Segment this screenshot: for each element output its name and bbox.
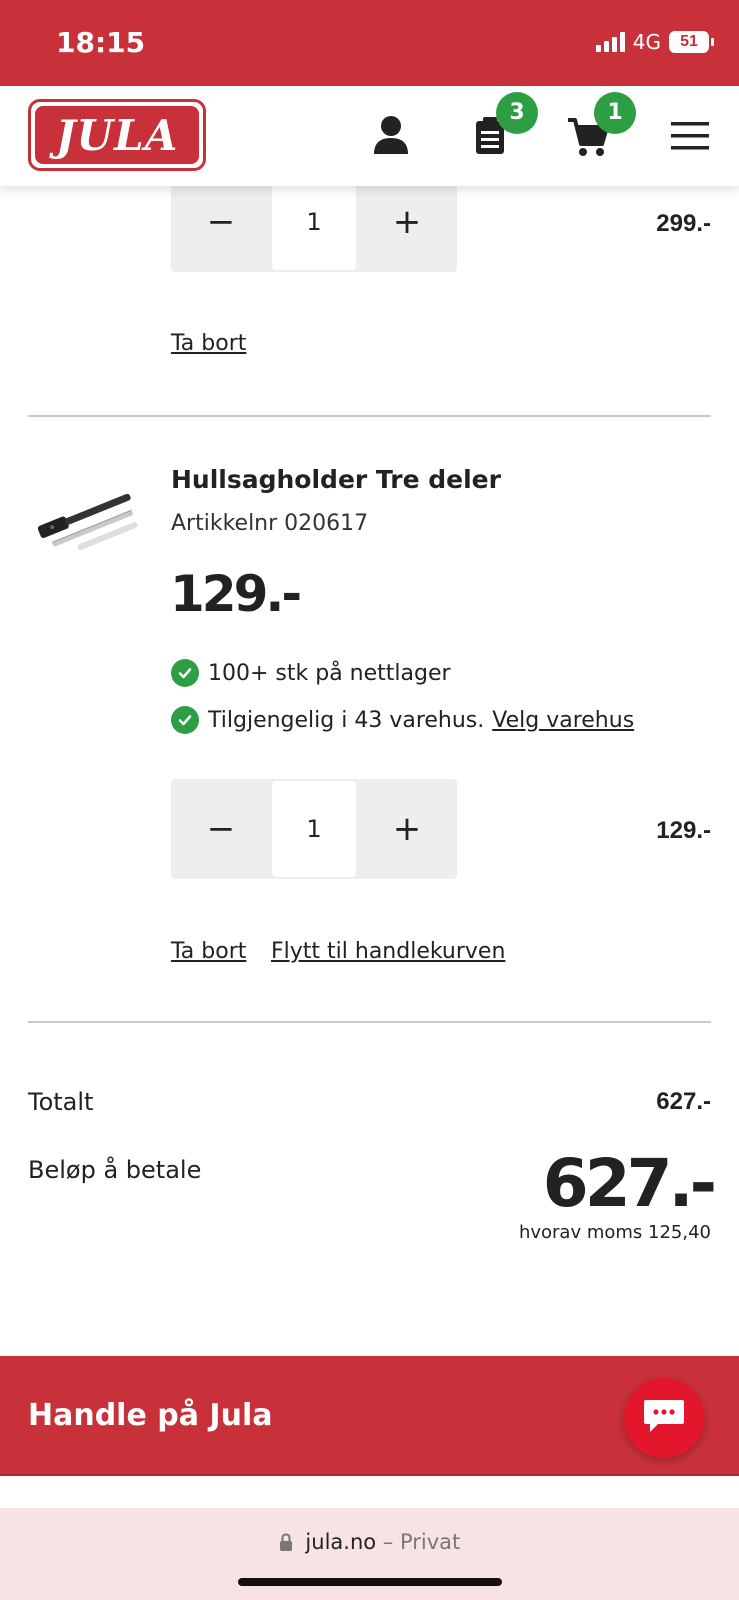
line-price: 299.-	[656, 210, 711, 237]
status-bar: 18:15 4G 51	[0, 0, 739, 86]
cart-icon[interactable]: 1	[566, 92, 636, 158]
chat-button[interactable]	[624, 1378, 704, 1458]
quantity-stepper: − 1 +	[171, 172, 457, 272]
chat-icon	[642, 1396, 686, 1441]
network-type: 4G	[632, 30, 661, 54]
wishlist-count-badge: 3	[496, 92, 538, 134]
logo-text: JULA	[55, 110, 179, 160]
quantity-stepper: − 1 +	[171, 779, 457, 879]
store-stock-text: Tilgjengelig i 43 varehus.	[208, 707, 485, 733]
amount-to-pay-label: Beløp å betale	[28, 1156, 202, 1184]
increase-quantity-button[interactable]: +	[357, 172, 457, 272]
status-time: 18:15	[56, 26, 146, 59]
decrease-quantity-button[interactable]: −	[171, 779, 271, 879]
site-header: JULA 3 1	[0, 86, 739, 186]
article-number: Artikkelnr 020617	[171, 511, 369, 536]
check-icon	[171, 659, 199, 687]
increase-quantity-button[interactable]: +	[357, 779, 457, 879]
footer-title[interactable]: Handle på Jula	[28, 1398, 272, 1433]
browser-address-bar[interactable]	[0, 1508, 739, 1600]
total-value: 627.-	[656, 1088, 711, 1115]
battery-icon: 51	[669, 31, 714, 53]
divider	[28, 1021, 711, 1023]
lock-icon	[279, 1533, 292, 1551]
check-icon	[171, 706, 199, 734]
total-label: Totalt	[28, 1088, 94, 1116]
decrease-quantity-button[interactable]: −	[171, 172, 271, 272]
product-title[interactable]: Hullsagholder Tre deler	[171, 465, 501, 494]
vat-info: hvorav moms 125,40	[518, 1222, 711, 1243]
cart-count-badge: 1	[594, 92, 636, 134]
private-mode-label: – Privat	[382, 1530, 461, 1554]
signal-icon	[595, 32, 625, 52]
domain-text: jula.no	[305, 1530, 377, 1554]
amount-to-pay-value: 627.-	[542, 1145, 717, 1222]
footer-divider	[0, 1474, 739, 1476]
jula-logo[interactable]: JULA	[28, 99, 206, 171]
home-indicator	[238, 1578, 502, 1586]
hamburger-menu-icon[interactable]	[668, 114, 712, 158]
status-indicators: 4G 51	[595, 30, 714, 54]
product-price: 129.-	[170, 565, 302, 623]
product-image[interactable]	[30, 470, 140, 560]
remove-item-link[interactable]: Ta bort	[171, 939, 246, 964]
store-stock-status: Tilgjengelig i 43 varehus. Velg varehus	[171, 706, 634, 734]
choose-store-link[interactable]: Velg varehus	[492, 708, 634, 733]
remove-item-link[interactable]: Ta bort	[171, 331, 246, 356]
clipboard-icon[interactable]: 3	[468, 92, 538, 158]
address-text[interactable]: jula.no – Privat	[0, 1530, 739, 1554]
quantity-value[interactable]: 1	[272, 781, 356, 877]
quantity-value[interactable]: 1	[272, 174, 356, 270]
divider	[28, 415, 711, 417]
move-to-cart-link[interactable]: Flytt til handlekurven	[271, 939, 505, 964]
online-stock-status: 100+ stk på nettlager	[171, 659, 451, 687]
online-stock-text: 100+ stk på nettlager	[208, 660, 451, 686]
user-icon[interactable]	[369, 114, 413, 158]
logo-background: JULA	[35, 106, 199, 164]
line-price: 129.-	[656, 817, 711, 844]
